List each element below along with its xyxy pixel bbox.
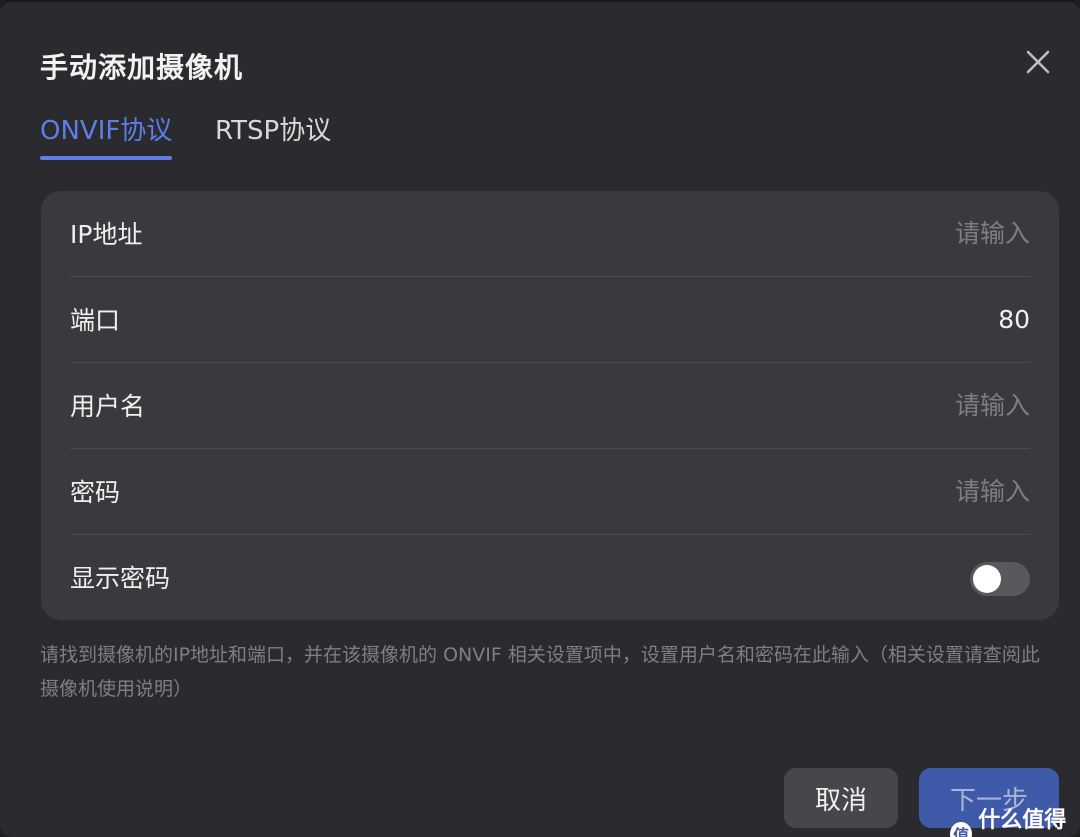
port-input[interactable] — [630, 297, 1030, 341]
username-label: 用户名 — [70, 392, 146, 421]
show-password-label: 显示密码 — [70, 564, 171, 593]
watermark: 值 什么值得买 — [950, 802, 1080, 837]
password-input[interactable] — [630, 469, 1030, 513]
dialog-title: 手动添加摄像机 — [40, 51, 244, 84]
help-text: 请找到摄像机的IP地址和端口，并在该摄像机的 ONVIF 相关设置项中，设置用户… — [40, 644, 1040, 700]
cancel-button[interactable]: 取消 — [784, 768, 898, 828]
password-label: 密码 — [70, 478, 121, 507]
password-row: 密码 — [70, 449, 1030, 535]
add-camera-dialog: 手动添加摄像机 ONVIF协议 RTSP协议 IP地址 端口 用户名 密码 — [0, 0, 1080, 837]
port-label: 端口 — [70, 306, 121, 335]
toggle-knob — [973, 565, 1001, 593]
ip-label: IP地址 — [70, 220, 143, 249]
close-button[interactable] — [1020, 44, 1056, 80]
ip-input[interactable] — [630, 211, 1030, 255]
close-icon — [1026, 50, 1050, 74]
camera-form: IP地址 端口 用户名 密码 显示密码 — [41, 191, 1059, 620]
active-tab-indicator — [40, 156, 172, 160]
tab-onvif[interactable]: ONVIF协议 — [40, 110, 172, 147]
show-password-toggle[interactable] — [970, 562, 1030, 596]
username-row: 用户名 — [70, 363, 1030, 449]
show-password-row: 显示密码 — [70, 535, 1030, 621]
username-input[interactable] — [630, 383, 1030, 427]
port-row: 端口 — [70, 277, 1030, 363]
tab-rtsp[interactable]: RTSP协议 — [215, 110, 331, 147]
ip-row: IP地址 — [70, 191, 1030, 277]
watermark-badge-icon: 值 — [950, 822, 973, 837]
watermark-text: 什么值得买 — [978, 808, 1067, 833]
